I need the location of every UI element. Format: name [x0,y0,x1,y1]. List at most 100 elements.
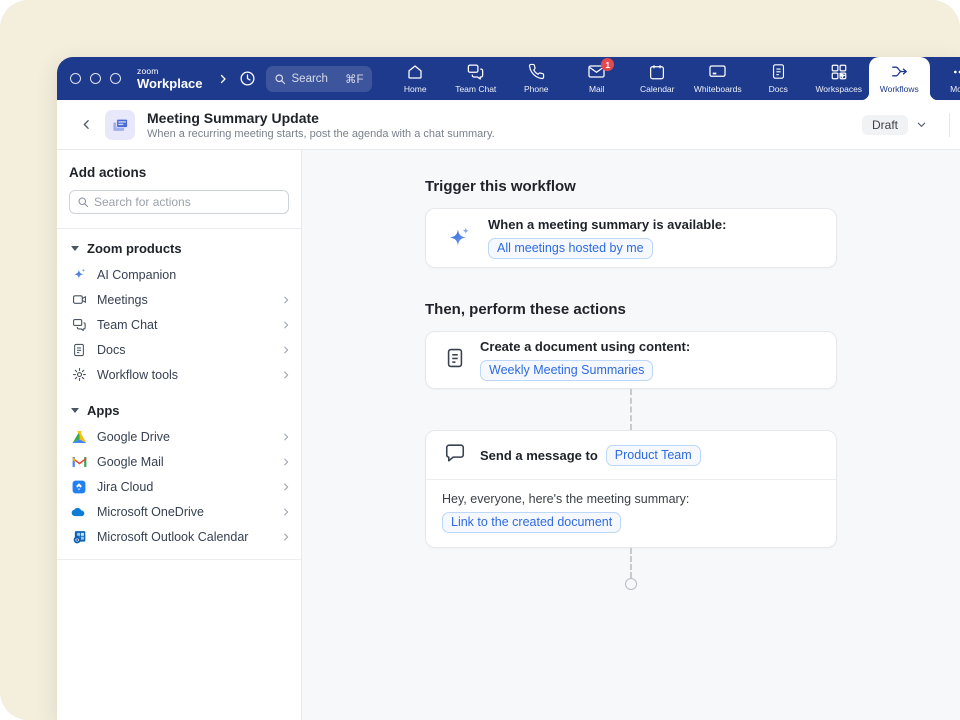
home-icon [406,62,424,81]
docs-icon [770,62,787,81]
sidebar-item-workflow-tools[interactable]: Workflow tools [57,362,301,387]
docs-icon [71,342,87,358]
global-search-input[interactable]: Search ⌘F [266,66,372,92]
sidebar-item-team-chat[interactable]: Team Chat [57,312,301,337]
logo-workplace-text: Workplace [137,77,203,90]
zoom-workplace-window: zoom Workplace Search ⌘F Home [57,57,960,720]
nav-items: Home Team Chat Phone 1 Mail [385,57,960,100]
message-bubble-icon [444,442,466,469]
workflow-end-node[interactable] [625,578,637,590]
chevron-right-icon [281,295,291,305]
create-document-card[interactable]: Create a document using content: Weekly … [425,331,837,389]
onedrive-icon [71,504,87,520]
chevron-right-icon [281,532,291,542]
outlook-calendar-icon: O [71,529,87,545]
sidebar-item-jira-cloud[interactable]: Jira Cloud [57,474,301,499]
workflows-icon [890,62,909,81]
add-actions-sidebar: Add actions Zoom products AI Companion M… [57,150,302,720]
message-body-text: Hey, everyone, here's the meeting summar… [442,492,820,506]
back-button[interactable] [75,114,97,136]
sidebar-item-meetings[interactable]: Meetings [57,287,301,312]
chevron-right-icon [281,345,291,355]
sidebar-item-microsoft-onedrive[interactable]: Microsoft OneDrive [57,499,301,524]
sidebar-item-docs[interactable]: Docs [57,337,301,362]
status-badge: Draft [862,115,908,135]
nav-item-mail[interactable]: 1 Mail [567,57,628,100]
meetings-icon [71,292,87,308]
calendar-icon [648,62,666,81]
workflow-connector [630,389,632,430]
chevron-right-icon [281,457,291,467]
whiteboards-icon [708,62,727,81]
sidebar-title: Add actions [57,165,301,180]
workspaces-icon [830,62,848,81]
send-message-title: Send a message to [480,448,598,463]
sidebar-item-ai-companion[interactable]: AI Companion [57,262,301,287]
sidebar-item-microsoft-outlook-calendar[interactable]: O Microsoft Outlook Calendar [57,524,301,549]
trigger-heading: Trigger this workflow [425,178,837,195]
search-icon [77,196,89,208]
section-apps[interactable]: Apps [57,387,301,424]
svg-text:O: O [75,537,79,543]
sidebar-item-google-mail[interactable]: Google Mail [57,449,301,474]
nav-item-calendar[interactable]: Calendar [627,57,688,100]
trigger-scope-pill[interactable]: All meetings hosted by me [488,238,653,259]
chevron-right-icon [281,482,291,492]
nav-item-workflows[interactable]: Workflows [869,57,930,100]
team-chat-icon [466,62,485,81]
search-shortcut-hint: ⌘F [345,72,364,86]
team-chat-icon [71,317,87,333]
message-link-pill[interactable]: Link to the created document [442,512,621,533]
actions-search-box[interactable] [69,190,289,214]
nav-item-home[interactable]: Home [385,57,446,100]
chevron-right-icon [281,507,291,517]
chevron-right-icon [281,370,291,380]
nav-item-workspaces[interactable]: Workspaces [809,57,870,100]
gear-icon [71,367,87,383]
workflow-header: Meeting Summary Update When a recurring … [57,100,960,150]
more-icon [952,62,960,81]
nav-item-team-chat[interactable]: Team Chat [446,57,507,100]
google-drive-icon [71,429,87,445]
workflow-subtitle: When a recurring meeting starts, post th… [147,128,495,140]
phone-icon [528,62,545,81]
jira-icon [71,479,87,495]
top-navbar: zoom Workplace Search ⌘F Home [57,57,960,100]
nav-item-docs[interactable]: Docs [748,57,809,100]
mail-unread-badge: 1 [601,58,614,71]
gmail-icon [71,454,87,470]
sidebar-item-google-drive[interactable]: Google Drive [57,424,301,449]
workflow-connector [630,548,632,578]
chevron-right-icon[interactable] [217,73,229,85]
message-recipient-pill[interactable]: Product Team [606,445,701,466]
workflow-canvas: Trigger this workflow When a meeting sum… [302,150,960,720]
logo-zoom-text: zoom [137,67,203,76]
create-document-title: Create a document using content: [480,339,690,354]
workflow-title: Meeting Summary Update [147,110,495,126]
chevron-left-icon [80,118,93,131]
nav-item-phone[interactable]: Phone [506,57,567,100]
window-controls[interactable] [70,73,121,84]
caret-down-icon [71,408,79,413]
window-close-button[interactable] [70,73,81,84]
workflow-emoji-icon [105,110,135,140]
zoom-workplace-logo: zoom Workplace [137,67,203,90]
document-icon [444,347,466,374]
nav-item-more[interactable]: More [930,57,960,100]
send-message-card[interactable]: Send a message to Product Team Hey, ever… [425,430,837,548]
search-icon [274,73,286,85]
chevron-right-icon [281,432,291,442]
search-placeholder-text: Search [292,73,339,85]
section-zoom-products[interactable]: Zoom products [57,229,301,262]
nav-item-whiteboards[interactable]: Whiteboards [688,57,749,100]
header-divider [949,113,950,137]
history-icon[interactable] [239,70,256,87]
actions-search-input[interactable] [94,195,281,209]
sidebar-list-divider [57,559,301,560]
window-maximize-button[interactable] [110,73,121,84]
chevron-down-icon[interactable] [916,119,927,130]
trigger-card[interactable]: When a meeting summary is available: All… [425,208,837,268]
window-minimize-button[interactable] [90,73,101,84]
document-content-pill[interactable]: Weekly Meeting Summaries [480,360,653,381]
ai-companion-icon [444,225,474,251]
